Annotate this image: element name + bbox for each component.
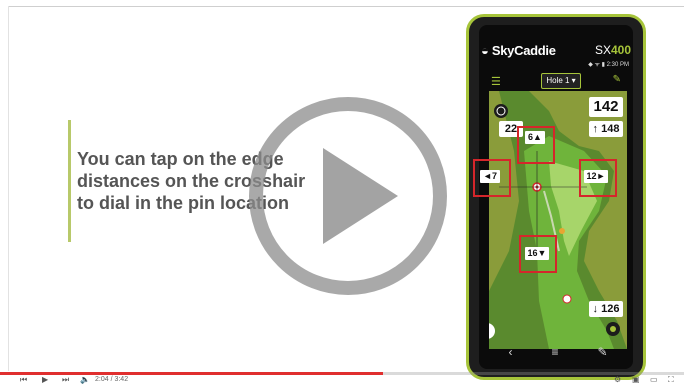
edit-icon[interactable]: ✎ (613, 74, 621, 85)
model-label: SX400 (594, 43, 631, 57)
edge-top-label[interactable]: 6▲ (525, 131, 545, 144)
fullscreen-icon[interactable]: ⛶ (668, 375, 674, 385)
back-icon[interactable]: ‹ (508, 345, 512, 359)
status-bar: ◆ ᯤ ▮ 2:30 PM (588, 62, 629, 68)
time-display: 2:04 / 3:42 (95, 376, 129, 383)
phone-nav-bar: ‹ ≡ ✎ (489, 341, 627, 363)
play-icon[interactable]: ▶ (42, 375, 48, 385)
video-frame-left (8, 6, 9, 371)
home-icon[interactable]: ≡ (551, 345, 558, 359)
hole-map[interactable]: 142 ↑ 148 22 ↓ 126 (489, 91, 627, 349)
edge-left-label[interactable]: ◄7 (480, 170, 500, 183)
miniplayer-icon[interactable]: ▣ (632, 375, 640, 385)
distance-back: 142 (589, 97, 623, 117)
video-frame-top (8, 6, 684, 7)
distance-center: ↑ 148 (589, 121, 623, 137)
player-controls: ⏮ ▶ ⏭ 🔈 2:04 / 3:42 ⚙ ▣ ▭ ⛶ (0, 375, 684, 385)
distance-front: ↓ 126 (589, 301, 623, 317)
previous-icon[interactable]: ⏮ (20, 375, 27, 385)
edit-nav-icon[interactable]: ✎ (597, 345, 607, 359)
settings-icon[interactable]: ⚙ (614, 375, 621, 385)
volume-icon[interactable]: 🔈 (80, 375, 90, 385)
edge-right-label[interactable]: 12► (584, 170, 608, 183)
edge-bottom-label[interactable]: 16▼ (525, 247, 549, 260)
play-overlay-icon[interactable] (248, 96, 448, 296)
menu-icon[interactable]: ☰ (491, 75, 501, 88)
theater-icon[interactable]: ▭ (650, 375, 658, 385)
brand-logo: ◒ SkyCaddie (481, 43, 556, 58)
next-icon[interactable]: ⏭ (62, 375, 69, 385)
caption-accent-bar (68, 120, 71, 242)
phone-device: ◒ SkyCaddie SX400 ◆ ᯤ ▮ 2:30 PM ☰ Hole 1… (466, 14, 646, 380)
hole-selector[interactable]: Hole 1 ▾ (541, 73, 581, 89)
